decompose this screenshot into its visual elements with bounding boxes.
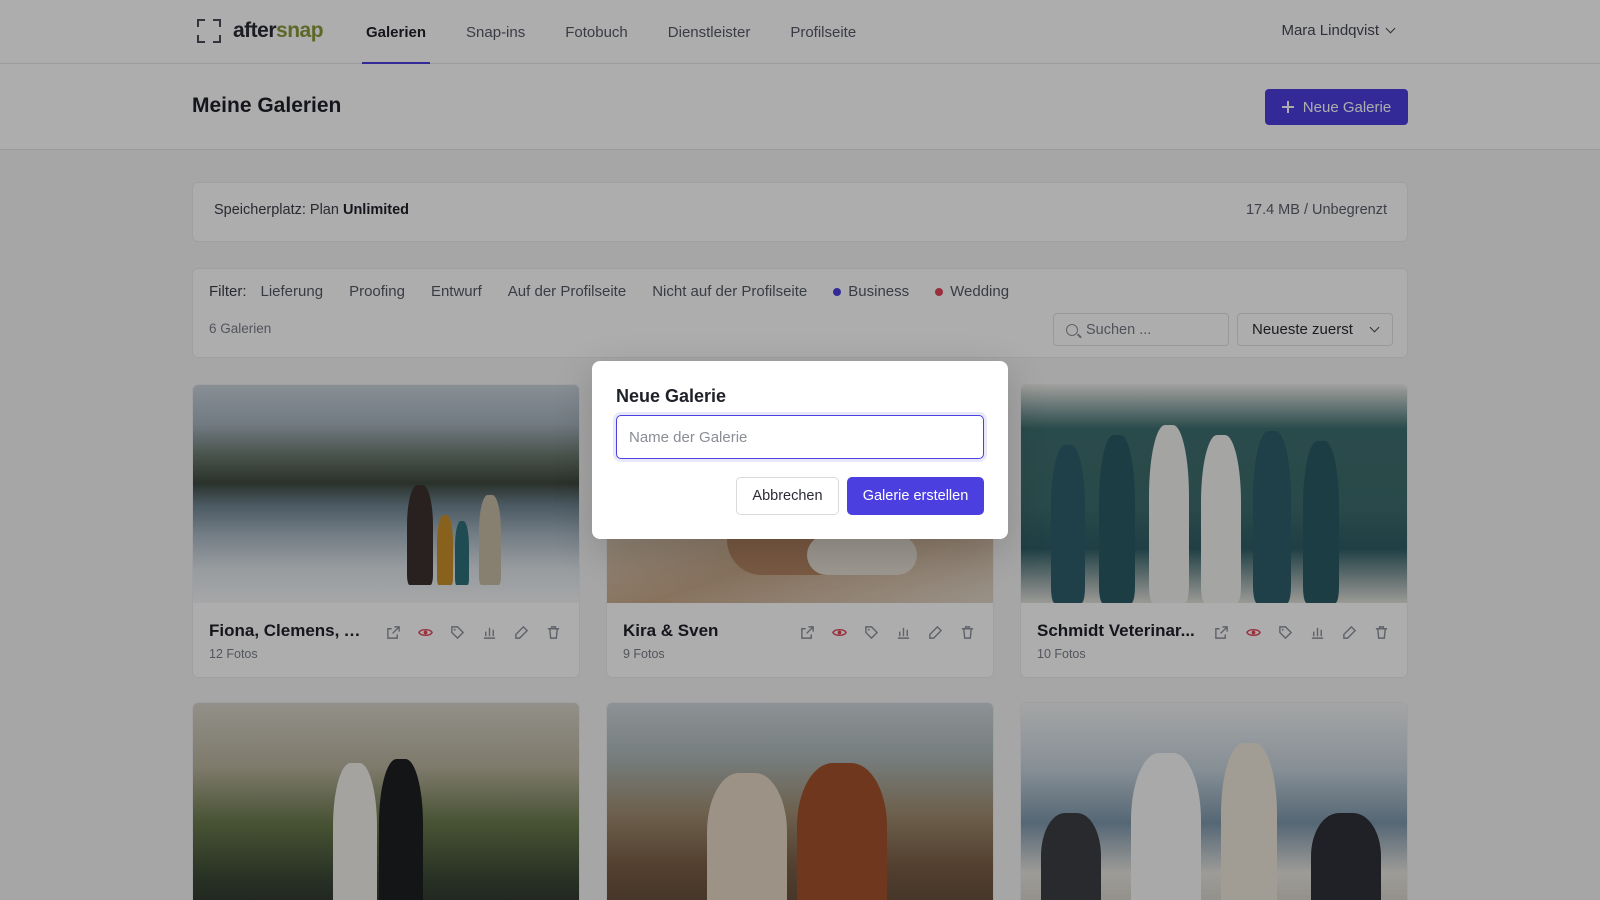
new-gallery-dialog: Neue Galerie Abbrechen Galerie erstellen (592, 361, 1008, 539)
cancel-button[interactable]: Abbrechen (736, 477, 839, 515)
dialog-title: Neue Galerie (616, 386, 727, 406)
gallery-name-input[interactable] (616, 415, 984, 459)
create-gallery-button[interactable]: Galerie erstellen (847, 477, 984, 515)
